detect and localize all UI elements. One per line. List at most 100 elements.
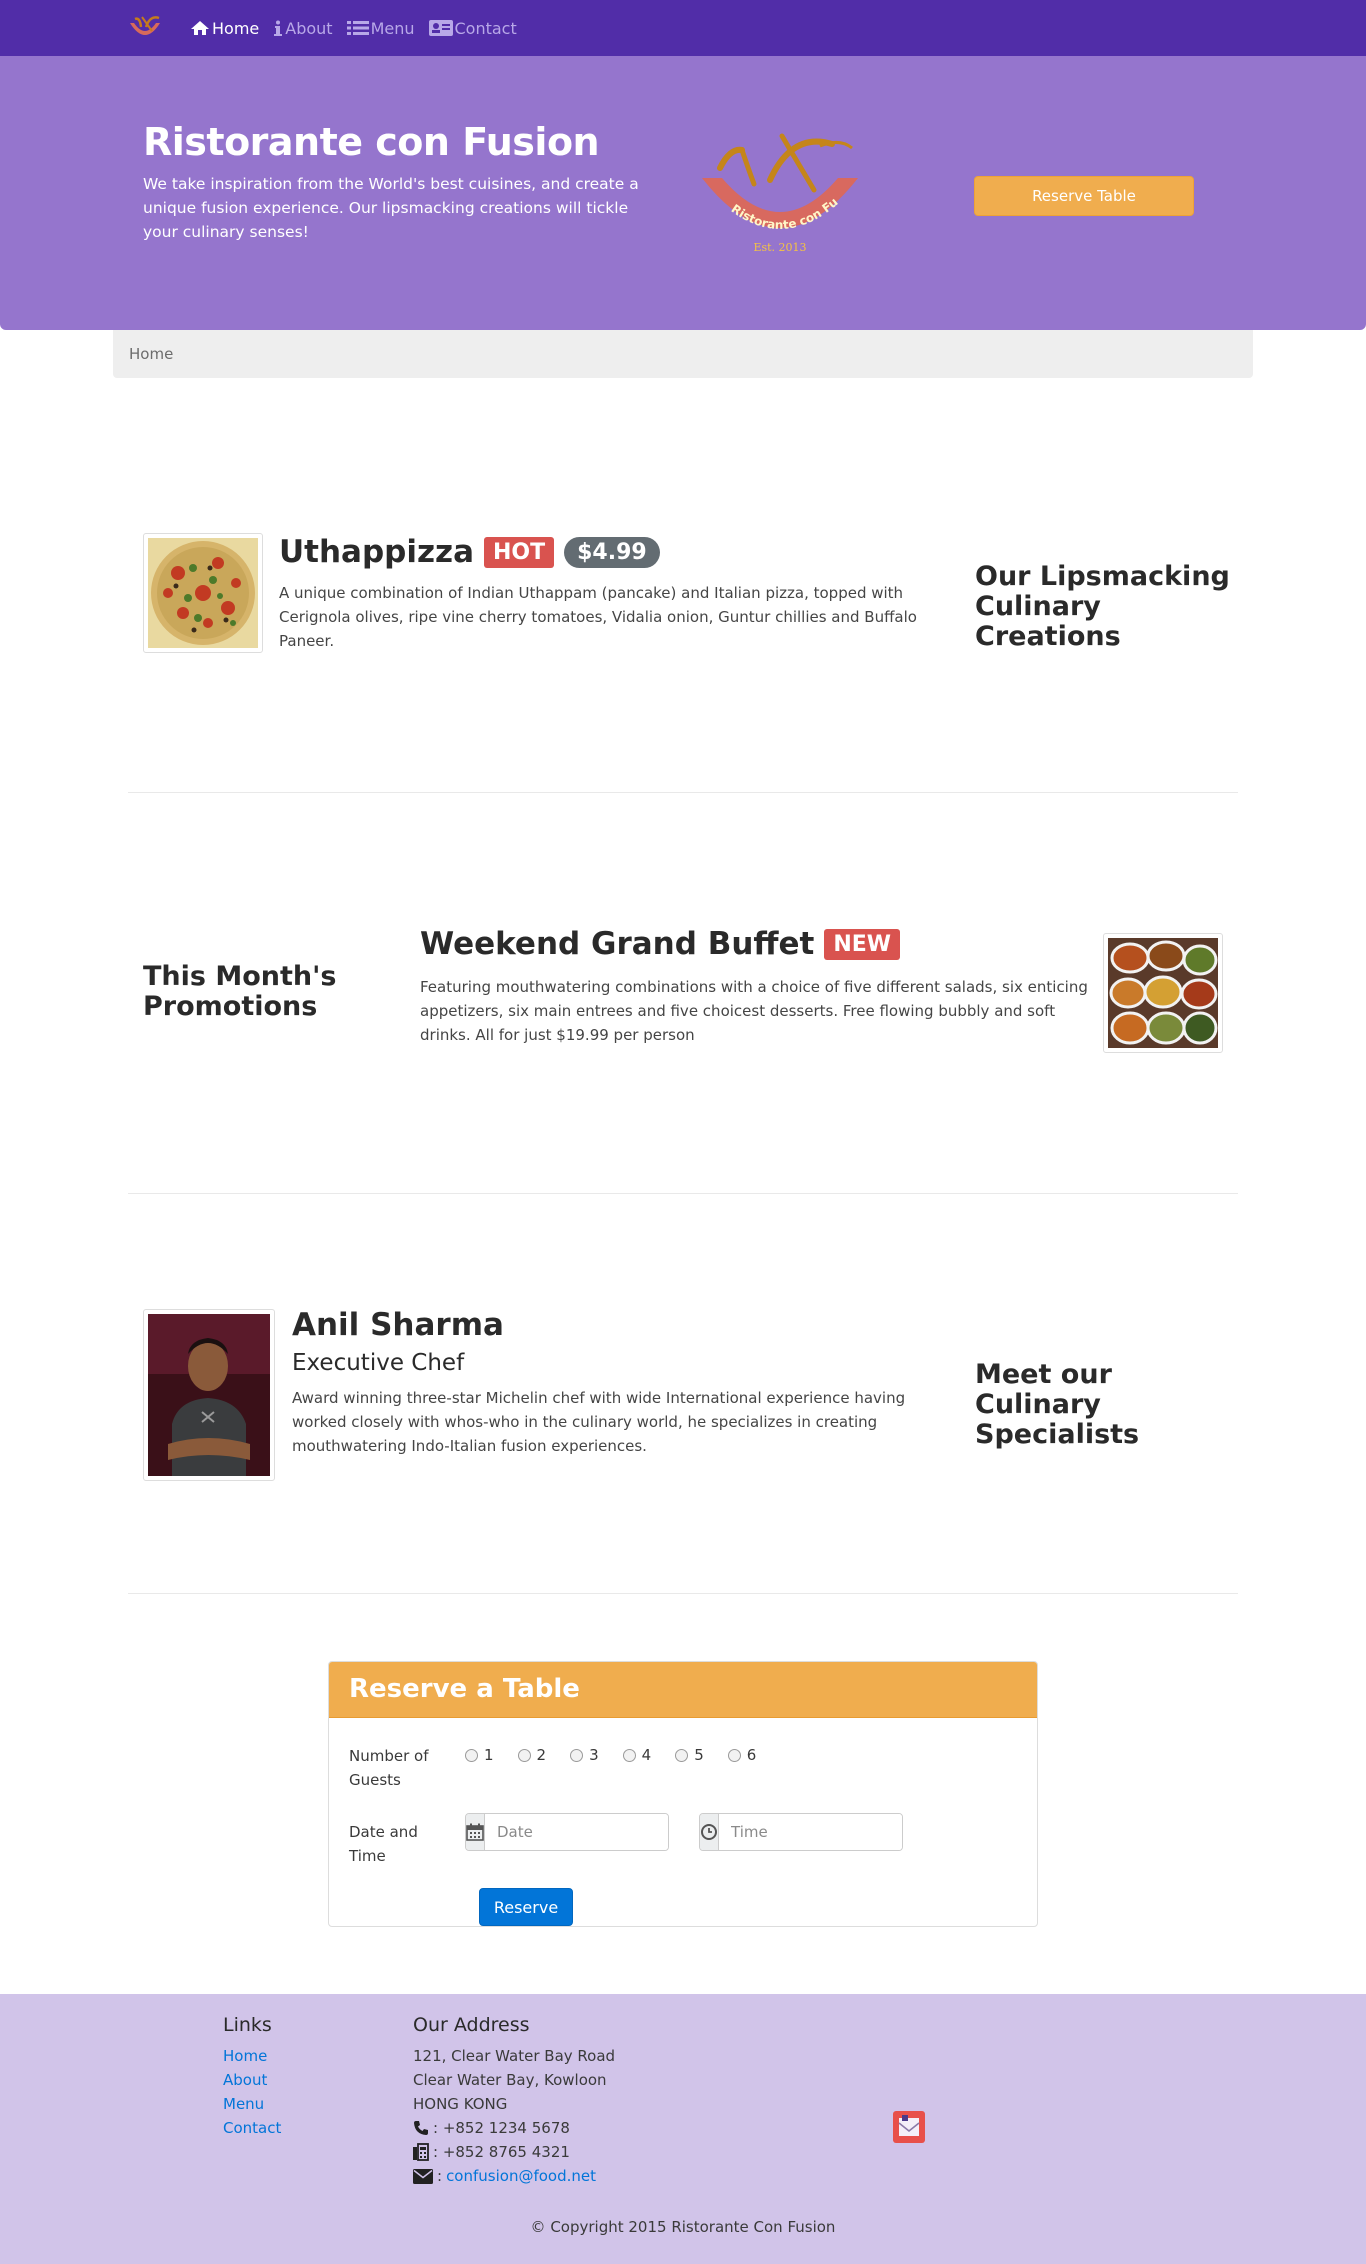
radio-button[interactable] [465, 1748, 478, 1762]
footer-link-contact[interactable]: Contact [223, 2116, 281, 2140]
calendar-icon [466, 1814, 485, 1850]
fax-number: : +852 8765 4321 [433, 2143, 570, 2161]
phone-number: : +852 1234 5678 [433, 2119, 570, 2137]
footer-link-home[interactable]: Home [223, 2044, 281, 2068]
footer-link-about[interactable]: About [223, 2068, 281, 2092]
address-block: 121, Clear Water Bay Road Clear Water Ba… [413, 2044, 615, 2188]
leader-designation: Executive Chef [292, 1350, 465, 1376]
dish-heading: Uthappizza HOT $4.99 [279, 534, 660, 570]
address-line-3: HONG KONG [413, 2095, 508, 2113]
specialists-heading: Meet our Culinary Specialists [975, 1359, 1140, 1450]
reservation-card: Reserve a Table Number of Guests 1 2 3 4… [328, 1661, 1038, 1927]
address-heading: Our Address [413, 2014, 530, 2036]
restaurant-tagline: We take inspiration from the World's bes… [143, 175, 639, 241]
price-badge: $4.99 [564, 536, 660, 568]
guest-option-5[interactable]: 5 [675, 1746, 704, 1764]
divider [128, 1193, 1238, 1194]
address-card-icon [428, 20, 453, 36]
breadcrumb-home: Home [129, 345, 174, 363]
radio-label: 1 [484, 1746, 494, 1764]
breadcrumb: Home [113, 330, 1253, 378]
email-link[interactable]: confusion@food.net [446, 2164, 596, 2188]
reserve-submit-button[interactable]: Reserve [479, 1888, 573, 1926]
nav-about[interactable]: About [273, 18, 333, 38]
date-input-group [465, 1813, 669, 1851]
clock-icon [700, 1814, 719, 1850]
guest-option-6[interactable]: 6 [727, 1746, 757, 1764]
jumbotron: Ristorante con Fusion We take inspiratio… [0, 56, 1366, 330]
radio-label: 5 [694, 1746, 704, 1764]
radio-button[interactable] [622, 1748, 636, 1762]
promotion-description: Featuring mouthwatering combinations wit… [420, 978, 1088, 1044]
phone-icon [414, 2121, 428, 2135]
address-line-1: 121, Clear Water Bay Road [413, 2047, 616, 2065]
nav-home[interactable]: Home [190, 19, 259, 38]
chef-portrait [148, 1314, 270, 1476]
datetime-label: Date and Time [349, 1823, 418, 1865]
radio-button[interactable] [570, 1748, 584, 1762]
nav-contact[interactable]: Contact [428, 18, 517, 38]
radio-button[interactable] [675, 1748, 689, 1762]
guest-option-2[interactable]: 2 [517, 1746, 547, 1764]
list-icon [346, 21, 369, 35]
guests-label: Number of Guests [349, 1747, 429, 1789]
dish-description: A unique combination of Indian Uthappam … [279, 584, 917, 650]
links-heading: Links [223, 2014, 272, 2036]
radio-button[interactable] [517, 1748, 531, 1762]
restaurant-logo: Ristorante con Fusion Est. 2013 [690, 128, 858, 254]
address-line-2: Clear Water Bay, Kowloon [413, 2071, 607, 2089]
fax-line: : +852 8765 4321 [413, 2140, 615, 2164]
home-icon [191, 21, 209, 35]
new-badge: NEW [824, 928, 901, 960]
fax-icon [413, 2143, 429, 2161]
creations-heading: Our Lipsmacking Culinary Creations [975, 561, 1230, 652]
guest-option-1[interactable]: 1 [465, 1746, 494, 1764]
time-input[interactable] [719, 1814, 902, 1850]
phone-line: : +852 1234 5678 [413, 2116, 615, 2140]
copyright: © Copyright 2015 Ristorante Con Fusion [530, 2218, 836, 2236]
guests-radio-group: 1 2 3 4 5 6 [465, 1746, 780, 1764]
leader-name: Anil Sharma [292, 1307, 504, 1343]
info-icon [274, 20, 283, 36]
divider [128, 1593, 1238, 1594]
reserve-table-button[interactable]: Reserve Table [974, 176, 1194, 216]
nav-about-label: About [285, 18, 333, 38]
brand-logo-icon[interactable] [126, 13, 164, 45]
navbar: Home About Menu Contact [0, 0, 1366, 56]
guest-option-3[interactable]: 3 [570, 1746, 599, 1764]
nav-menu[interactable]: Menu [346, 18, 415, 38]
radio-button[interactable] [727, 1748, 741, 1762]
date-input[interactable] [485, 1814, 668, 1850]
nav-home-label: Home [212, 18, 260, 38]
time-input-group [699, 1813, 903, 1851]
promotion-heading: Weekend Grand Buffet NEW [420, 926, 901, 962]
envelope-icon [413, 2168, 433, 2184]
radio-label: 2 [536, 1746, 547, 1764]
reservation-card-title: Reserve a Table [329, 1662, 1037, 1718]
divider [128, 792, 1238, 793]
mail-social-icon[interactable] [892, 2110, 926, 2144]
promotion-name: Weekend Grand Buffet [420, 926, 815, 962]
pizza-image [148, 538, 258, 648]
guest-option-4[interactable]: 4 [622, 1746, 652, 1764]
footer-links: Home About Menu Contact [223, 2044, 281, 2140]
email-prefix: : [437, 2167, 443, 2185]
restaurant-title: Ristorante con Fusion [143, 120, 600, 164]
promotions-heading: This Month's Promotions [143, 961, 337, 1022]
nav-menu-label: Menu [370, 18, 415, 38]
leader-description: Award winning three-star Michelin chef w… [292, 1389, 906, 1455]
radio-label: 4 [641, 1746, 652, 1764]
email-line: : confusion@food.net [413, 2164, 615, 2188]
footer: Links Home About Menu Contact Our Addres… [0, 1994, 1366, 2264]
radio-label: 6 [746, 1746, 757, 1764]
nav-contact-label: Contact [454, 18, 517, 38]
footer-link-menu[interactable]: Menu [223, 2092, 281, 2116]
leader-photo [143, 1309, 275, 1481]
promotion-image [1103, 933, 1223, 1053]
logo-est: Est. 2013 [753, 241, 806, 254]
dish-name: Uthappizza [279, 534, 474, 570]
radio-label: 3 [589, 1746, 599, 1764]
dish-image [143, 533, 263, 653]
buffet-image [1108, 938, 1218, 1048]
hot-badge: HOT [484, 536, 555, 568]
